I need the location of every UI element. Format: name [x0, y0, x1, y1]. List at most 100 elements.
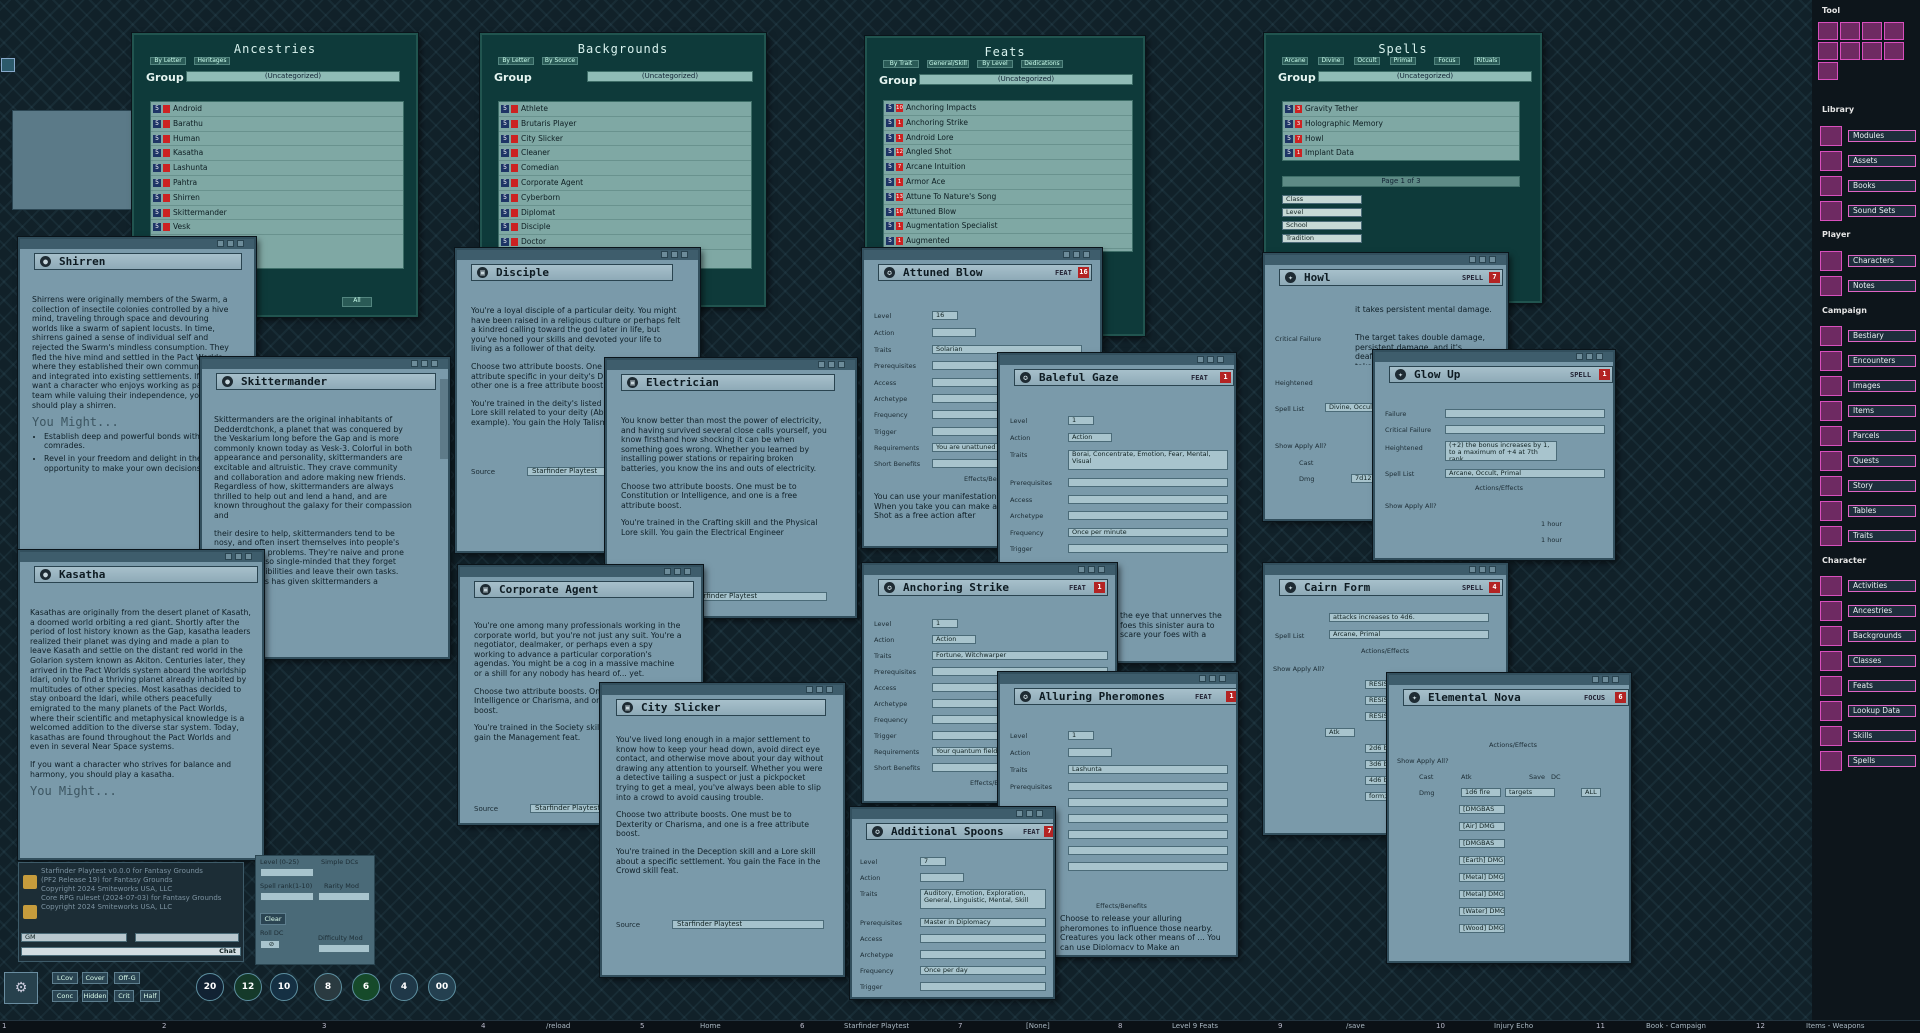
- offguard-button[interactable]: Off-G: [114, 972, 140, 984]
- sidebar-item-feats[interactable]: Feats: [1820, 676, 1916, 696]
- sidebar-item-books[interactable]: Books: [1820, 176, 1916, 196]
- frequency-field[interactable]: Once per minute: [1068, 528, 1228, 537]
- filter-dedications[interactable]: Dedications: [1021, 60, 1063, 68]
- window-control-button[interactable]: [227, 240, 234, 247]
- hotbar-slot-home[interactable]: Home: [700, 1022, 721, 1030]
- level-field[interactable]: [260, 868, 314, 877]
- list-item[interactable]: 5 Android: [151, 102, 403, 117]
- filter-divine[interactable]: Divine: [1318, 57, 1344, 65]
- title-bar[interactable]: [1265, 565, 1506, 575]
- sidebar-item-lookup-data[interactable]: Lookup Data: [1820, 701, 1916, 721]
- window-control-button[interactable]: [1479, 566, 1486, 573]
- sidebar-item-backgrounds[interactable]: Backgrounds: [1820, 626, 1916, 646]
- effect-row[interactable]: [Air] DMG: [1459, 822, 1505, 831]
- level-field[interactable]: 7: [920, 857, 946, 866]
- difficulty-mod-select[interactable]: [318, 944, 370, 953]
- elemental-nova-window[interactable]: ✦ Elemental Nova FOCUS 6 Actions/Effects Sh…: [1387, 673, 1631, 963]
- title-bar[interactable]: [864, 565, 1115, 575]
- list-item[interactable]: 5 Cleaner: [499, 146, 751, 162]
- filter-focus[interactable]: Focus: [1434, 57, 1460, 65]
- window-control-button[interactable]: [1016, 810, 1023, 817]
- prereq-field[interactable]: [1068, 782, 1228, 791]
- list-item[interactable]: 5 Lashunta: [151, 161, 403, 176]
- trigger-field[interactable]: [1068, 846, 1228, 855]
- window-control-button[interactable]: [431, 360, 438, 367]
- d6-die-icon[interactable]: 6: [352, 973, 380, 1001]
- window-control-button[interactable]: [681, 251, 688, 258]
- level-field[interactable]: 1: [932, 619, 958, 628]
- sidebar-item-items[interactable]: Items: [1820, 401, 1916, 421]
- list-item[interactable]: 5 1 Augmented: [884, 234, 1132, 249]
- window-control-button[interactable]: [1063, 251, 1070, 258]
- sidebar-item-sound-sets[interactable]: Sound Sets: [1820, 201, 1916, 221]
- source-field[interactable]: Starfinder Playtest: [672, 920, 824, 929]
- filter-level[interactable]: Level: [1282, 208, 1362, 217]
- window-control-button[interactable]: [664, 568, 671, 575]
- level-field[interactable]: 1: [1068, 416, 1094, 425]
- group-select[interactable]: (Uncategorized): [919, 74, 1133, 85]
- cover-button[interactable]: Cover: [82, 972, 108, 984]
- filter-arcane[interactable]: Arcane: [1282, 57, 1308, 65]
- level-field[interactable]: 1: [1068, 731, 1094, 740]
- access-field[interactable]: [1068, 495, 1228, 504]
- half-button[interactable]: Half: [140, 990, 160, 1002]
- sidebar-item-characters[interactable]: Characters: [1820, 251, 1916, 271]
- filter-heritages[interactable]: Heritages: [194, 57, 230, 65]
- sidebar-item-quests[interactable]: Quests: [1820, 451, 1916, 471]
- group-select[interactable]: (Uncategorized): [587, 71, 753, 82]
- access-field[interactable]: [920, 934, 1046, 943]
- action-field[interactable]: Action: [1068, 433, 1112, 442]
- action-field[interactable]: Action: [932, 635, 976, 644]
- list-item[interactable]: 5 Skittermander: [151, 206, 403, 221]
- chat-button[interactable]: Chat: [21, 947, 241, 956]
- window-control-button[interactable]: [671, 251, 678, 258]
- filter-by-letter[interactable]: By Letter: [498, 57, 534, 65]
- d12-die-icon[interactable]: 12: [234, 973, 262, 1001]
- tool-icon[interactable]: [1862, 22, 1882, 40]
- heightened-field[interactable]: (+2) the bonus increases by 1, to a maxi…: [1445, 441, 1557, 461]
- window-control-button[interactable]: [1199, 675, 1206, 682]
- list-item[interactable]: 5 1 Armor Ace: [884, 175, 1132, 190]
- window-control-button[interactable]: [1592, 676, 1599, 683]
- side-tabs[interactable]: [440, 379, 448, 459]
- list-item[interactable]: 5 1 Implant Data: [1283, 146, 1519, 160]
- traits-field[interactable]: Borai, Concentrate, Emotion, Fear, Menta…: [1068, 450, 1228, 470]
- list-item[interactable]: 5 Kasatha: [151, 146, 403, 162]
- search-all-button[interactable]: All: [342, 297, 372, 307]
- window-control-button[interactable]: [828, 361, 835, 368]
- title-bar[interactable]: [602, 685, 843, 695]
- glow-up-spell-window[interactable]: ✦ Glow Up SPELL 1 Failure Critical Failure …: [1373, 350, 1615, 560]
- save-label[interactable]: Save: [1529, 773, 1545, 781]
- sidebar-item-classes[interactable]: Classes: [1820, 651, 1916, 671]
- group-select[interactable]: (Uncategorized): [186, 71, 400, 82]
- sidebar-item-assets[interactable]: Assets: [1820, 151, 1916, 171]
- title-bar[interactable]: [1265, 255, 1506, 265]
- window-control-button[interactable]: [1197, 356, 1204, 363]
- source-field[interactable]: Starfinder Playtest: [687, 592, 827, 601]
- sidebar-item-story[interactable]: Story: [1820, 476, 1916, 496]
- d4-die-icon[interactable]: 4: [390, 973, 418, 1001]
- filter-occult[interactable]: Occult: [1354, 57, 1380, 65]
- window-control-button[interactable]: [1576, 353, 1583, 360]
- action-field[interactable]: [920, 873, 964, 882]
- chat-target-select[interactable]: [135, 933, 239, 942]
- dmg-label[interactable]: Dmg: [1299, 475, 1314, 483]
- tool-icon[interactable]: [1884, 42, 1904, 60]
- prereq-field[interactable]: Master in Diplomacy: [920, 918, 1046, 927]
- list-item[interactable]: 5 Athlete: [499, 102, 751, 117]
- frequency-field[interactable]: [1068, 830, 1228, 839]
- prereq-field[interactable]: [1068, 478, 1228, 487]
- list-item[interactable]: 5 12 Angled Shot: [884, 145, 1132, 161]
- filter-by-source[interactable]: By Source: [542, 57, 578, 65]
- sidebar-item-images[interactable]: Images: [1820, 376, 1916, 396]
- title-bar[interactable]: [1000, 674, 1236, 684]
- sidebar-item-encounters[interactable]: Encounters: [1820, 351, 1916, 371]
- window-control-button[interactable]: [1209, 675, 1216, 682]
- chat-mode-select[interactable]: GM: [21, 933, 127, 942]
- failure-field[interactable]: [1445, 409, 1605, 418]
- action-field[interactable]: [932, 328, 976, 337]
- tool-icon[interactable]: [1884, 22, 1904, 40]
- list-item[interactable]: 5 Human: [151, 132, 403, 147]
- spell-rank-field[interactable]: [260, 892, 314, 901]
- window-control-button[interactable]: [674, 568, 681, 575]
